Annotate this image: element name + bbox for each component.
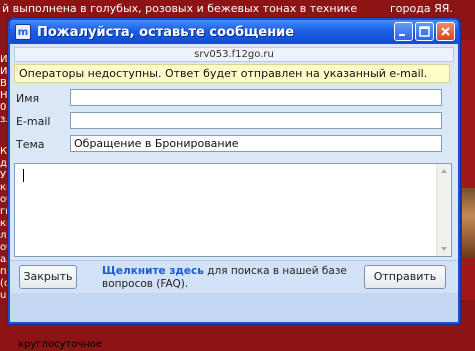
background-top-text: й выполнена в голубых, розовых и бежевых… [2, 2, 358, 15]
email-field[interactable] [70, 112, 442, 129]
close-icon [441, 27, 450, 36]
url-label: srv053.f12go.ru [14, 47, 454, 62]
minimize-icon [399, 34, 405, 36]
scroll-up-icon [441, 169, 447, 173]
window-controls [394, 22, 455, 41]
name-label: Имя [16, 92, 40, 105]
subject-label: Тема [16, 138, 45, 151]
maximize-icon [419, 26, 430, 37]
app-icon: m [15, 24, 31, 40]
textarea-scrollbar[interactable] [436, 164, 451, 256]
message-dialog: m Пожалуйста, оставьте сообщение srv053.… [8, 18, 460, 324]
footer-strip [10, 293, 458, 322]
text-caret [23, 169, 24, 182]
operators-notice: Операторы недоступны. Ответ будет отправ… [14, 64, 450, 83]
window-title: Пожалуйста, оставьте сообщение [37, 24, 295, 40]
action-bar: Закрыть Щелкните здесь для поиска в наше… [10, 260, 458, 293]
faq-hint: Щелкните здесь для поиска в нашей базе в… [102, 265, 352, 291]
close-button[interactable]: Закрыть [19, 265, 77, 289]
subject-field[interactable] [70, 135, 442, 152]
background-strip [460, 40, 475, 300]
title-bar[interactable]: m Пожалуйста, оставьте сообщение [10, 20, 458, 44]
send-button[interactable]: Отправить [364, 265, 446, 289]
scroll-down-icon [441, 247, 447, 251]
faq-link[interactable]: Щелкните здесь [102, 265, 204, 277]
background-photo [462, 188, 475, 258]
background-bottom-text: круглосуточное [18, 339, 103, 350]
email-label: E-mail [16, 115, 51, 128]
minimize-button[interactable] [394, 22, 413, 41]
background-right-text: города ЯЯ. [390, 2, 453, 15]
dialog-body: srv053.f12go.ru Операторы недоступны. От… [10, 44, 458, 322]
maximize-button[interactable] [415, 22, 434, 41]
message-textarea[interactable] [14, 163, 452, 257]
close-window-button[interactable] [436, 22, 455, 41]
name-field[interactable] [70, 89, 442, 106]
